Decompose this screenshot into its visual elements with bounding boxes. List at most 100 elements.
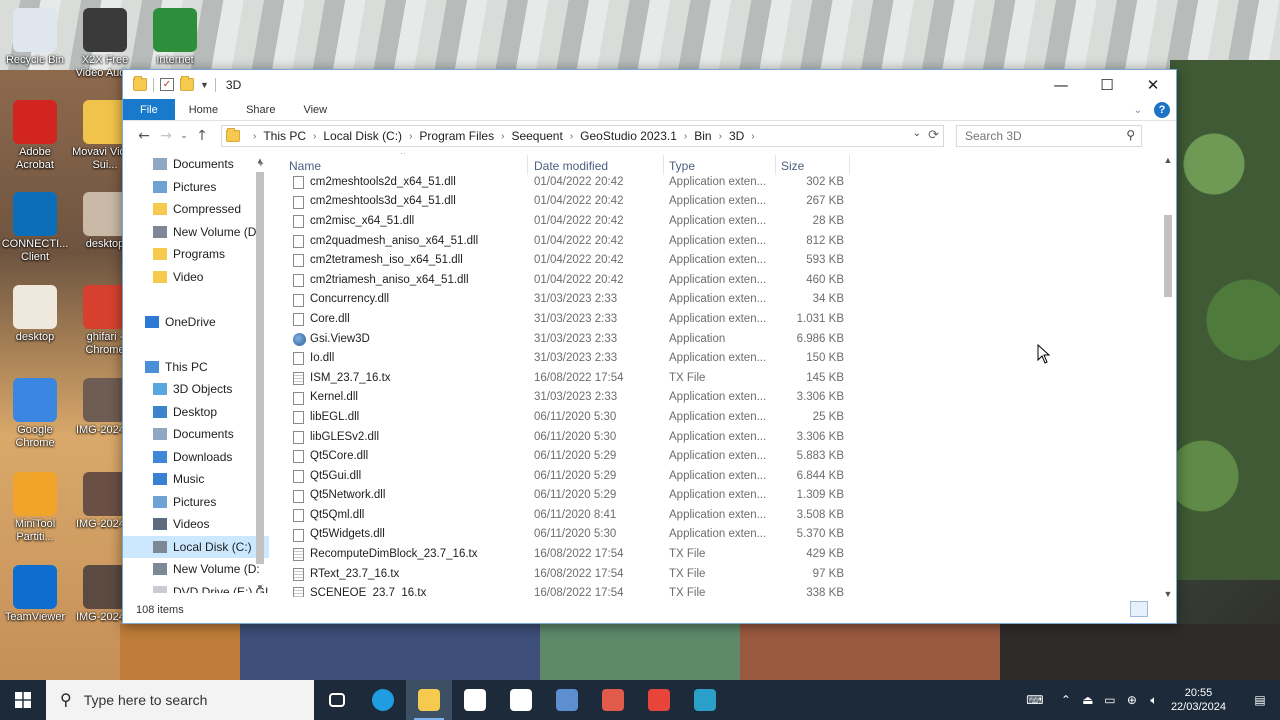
nav-item[interactable]: Documents ✦	[123, 153, 269, 176]
tab-view[interactable]: View	[289, 99, 341, 120]
search-input[interactable]: Search 3D ⚲	[956, 125, 1142, 147]
usb-icon[interactable]: ⏏	[1077, 693, 1099, 707]
column-size[interactable]: Size	[781, 159, 804, 173]
file-row[interactable]: Core.dll 31/03/2023 2:33 Application exten…	[283, 309, 1163, 329]
file-scroll-thumb[interactable]	[1164, 215, 1172, 297]
clock[interactable]: 20:55 22/03/2024	[1171, 686, 1226, 714]
large-icons-view-icon[interactable]	[1152, 601, 1170, 617]
tab-file[interactable]: File	[123, 99, 175, 120]
breadcrumb-arrow-icon[interactable]: ›	[501, 131, 504, 142]
nav-scroll-thumb[interactable]	[256, 172, 264, 564]
maximize-button[interactable]: ☐	[1084, 70, 1130, 99]
language-icon[interactable]: ⊕	[1121, 693, 1143, 707]
breadcrumb-arrow-icon[interactable]: ›	[719, 131, 722, 142]
breadcrumb-item[interactable]: Seequent ›	[511, 129, 580, 143]
address-dropdown-icon[interactable]: ⌄	[913, 128, 921, 139]
file-row[interactable]: SCENEOE_23.7_16.tx 16/08/2022 17:54 TX Fil…	[283, 583, 1163, 597]
breadcrumb-arrow-icon[interactable]: ›	[684, 131, 687, 142]
nav-item[interactable]: Desktop	[123, 401, 269, 424]
breadcrumb-arrow-icon[interactable]: ›	[409, 131, 412, 142]
desktop-icon[interactable]: desktop	[0, 285, 70, 344]
minimize-button[interactable]: —	[1038, 70, 1084, 99]
scroll-up-icon[interactable]: ▲	[1162, 155, 1174, 165]
nav-item[interactable]: Music	[123, 468, 269, 491]
desktop-icon[interactable]: CONNECTI... Client	[0, 192, 70, 264]
taskbar-app-button[interactable]	[314, 680, 360, 720]
taskbar-search-input[interactable]: ⚲ Type here to search	[46, 680, 314, 720]
breadcrumb-arrow-icon[interactable]: ›	[751, 131, 754, 142]
nav-item[interactable]: This PC	[123, 356, 269, 379]
file-row[interactable]: cm2meshtools3d_x64_51.dll 01/04/2022 20:4…	[283, 192, 1163, 212]
nav-item[interactable]: OneDrive	[123, 311, 269, 334]
column-name[interactable]: Name	[289, 159, 321, 173]
file-row[interactable]: Qt5Core.dll 06/11/2020 5:29 Application ex…	[283, 446, 1163, 466]
nav-item[interactable]: New Volume (D:	[123, 558, 269, 581]
taskbar-app-button[interactable]	[406, 680, 452, 720]
desktop-icon[interactable]: Google Chrome	[0, 378, 70, 450]
tab-home[interactable]: Home	[175, 99, 232, 120]
file-row[interactable]: cm2quadmesh_aniso_x64_51.dll 01/04/2022 2…	[283, 231, 1163, 251]
scroll-down-icon[interactable]: ▼	[255, 583, 265, 592]
nav-item[interactable]: Downloads	[123, 446, 269, 469]
properties-icon[interactable]: ✓	[160, 78, 174, 91]
back-button[interactable]: ←	[133, 128, 155, 144]
forward-button[interactable]: →	[155, 128, 177, 144]
file-row[interactable]: Kernel.dll 31/03/2023 2:33 Application ext…	[283, 388, 1163, 408]
nav-item[interactable]: New Volume (D:	[123, 221, 269, 244]
up-button[interactable]: ↑	[191, 128, 213, 144]
recent-locations-icon[interactable]: ⌄	[177, 131, 191, 141]
show-hidden-icons-icon[interactable]: ⌃	[1055, 693, 1077, 707]
breadcrumb-item[interactable]: Program Files ›	[419, 129, 511, 143]
expand-ribbon-icon[interactable]: ⌄	[1134, 105, 1142, 116]
taskbar-app-button[interactable]	[636, 680, 682, 720]
nav-item[interactable]: Pictures	[123, 491, 269, 514]
breadcrumb-item[interactable]: Bin ›	[694, 129, 729, 143]
nav-item[interactable]: Video	[123, 266, 269, 289]
nav-item[interactable]: Videos	[123, 513, 269, 536]
tab-share[interactable]: Share	[232, 99, 289, 120]
taskbar-app-button[interactable]	[498, 680, 544, 720]
file-row[interactable]: ISM_23.7_16.tx 16/08/2022 17:54 TX File 145…	[283, 368, 1163, 388]
file-row[interactable]: RText_23.7_16.tx 16/08/2022 17:54 TX File 9…	[283, 564, 1163, 584]
nav-item[interactable]: 3D Objects	[123, 378, 269, 401]
breadcrumb-arrow-icon[interactable]: ›	[313, 131, 316, 142]
desktop-icon[interactable]: Internet	[140, 8, 210, 67]
breadcrumb-item[interactable]: GeoStudio 2023.1 ›	[580, 129, 694, 143]
file-row[interactable]: RecomputeDimBlock_23.7_16.tx 16/08/2022 1…	[283, 544, 1163, 564]
nav-item[interactable]: DVD Drive (E:) GI	[123, 581, 269, 593]
taskbar-app-button[interactable]	[590, 680, 636, 720]
keyboard-icon[interactable]: ⌨	[1015, 693, 1055, 707]
breadcrumb-item[interactable]: 3D ›	[729, 129, 762, 143]
nav-item[interactable]: Documents	[123, 423, 269, 446]
breadcrumb-arrow-icon[interactable]: ›	[570, 131, 573, 142]
battery-icon[interactable]: ▭	[1099, 693, 1121, 707]
column-date-modified[interactable]: Date modified	[534, 159, 608, 173]
file-row[interactable]: cm2tetramesh_iso_x64_51.dll 01/04/2022 20…	[283, 250, 1163, 270]
address-bar[interactable]: › This PC › Local Disk (C:) › Program Files ›…	[221, 125, 944, 147]
desktop-icon[interactable]: TeamViewer	[0, 565, 70, 624]
customize-toolbar-icon[interactable]: ▼	[200, 80, 209, 90]
file-row[interactable]: cm2triamesh_aniso_x64_51.dll 01/04/2022 2…	[283, 270, 1163, 290]
breadcrumb-item[interactable]: This PC ›	[263, 129, 323, 143]
file-row[interactable]: cm2misc_x64_51.dll 01/04/2022 20:42 Applic…	[283, 211, 1163, 231]
file-row[interactable]: Qt5Qml.dll 06/11/2020 8:41 Application ext…	[283, 505, 1163, 525]
start-button[interactable]	[0, 680, 46, 720]
file-row[interactable]: libEGL.dll 06/11/2020 5:30 Application ext…	[283, 407, 1163, 427]
file-row[interactable]: Io.dll 31/03/2023 2:33 Application exten..…	[283, 348, 1163, 368]
nav-item[interactable]: Pictures✦	[123, 176, 269, 199]
file-row[interactable]: Qt5Gui.dll 06/11/2020 5:29 Application ext…	[283, 466, 1163, 486]
file-row[interactable]: Gsi.View3D 31/03/2023 2:33 Application 6.98…	[283, 329, 1163, 349]
notifications-icon[interactable]: ▤	[1240, 693, 1280, 707]
details-view-icon[interactable]	[1130, 601, 1148, 617]
taskbar-app-button[interactable]	[682, 680, 728, 720]
file-list-scrollbar[interactable]: ▲ ▼	[1162, 155, 1174, 599]
scroll-up-icon[interactable]: ▲	[255, 156, 265, 165]
nav-item[interactable]: Local Disk (C:)	[123, 535, 269, 558]
file-row[interactable]: Concurrency.dll 31/03/2023 2:33 Applicatio…	[283, 290, 1163, 310]
breadcrumb-item[interactable]: Local Disk (C:) ›	[323, 129, 419, 143]
desktop-icon[interactable]: Adobe Acrobat	[0, 100, 70, 172]
nav-item[interactable]: Compressed	[123, 198, 269, 221]
file-row[interactable]: Qt5Widgets.dll 06/11/2020 5:30 Application…	[283, 525, 1163, 545]
file-row[interactable]: cm2meshtools2d_x64_51.dll 01/04/2022 20:4…	[283, 172, 1163, 192]
taskbar-app-button[interactable]	[360, 680, 406, 720]
